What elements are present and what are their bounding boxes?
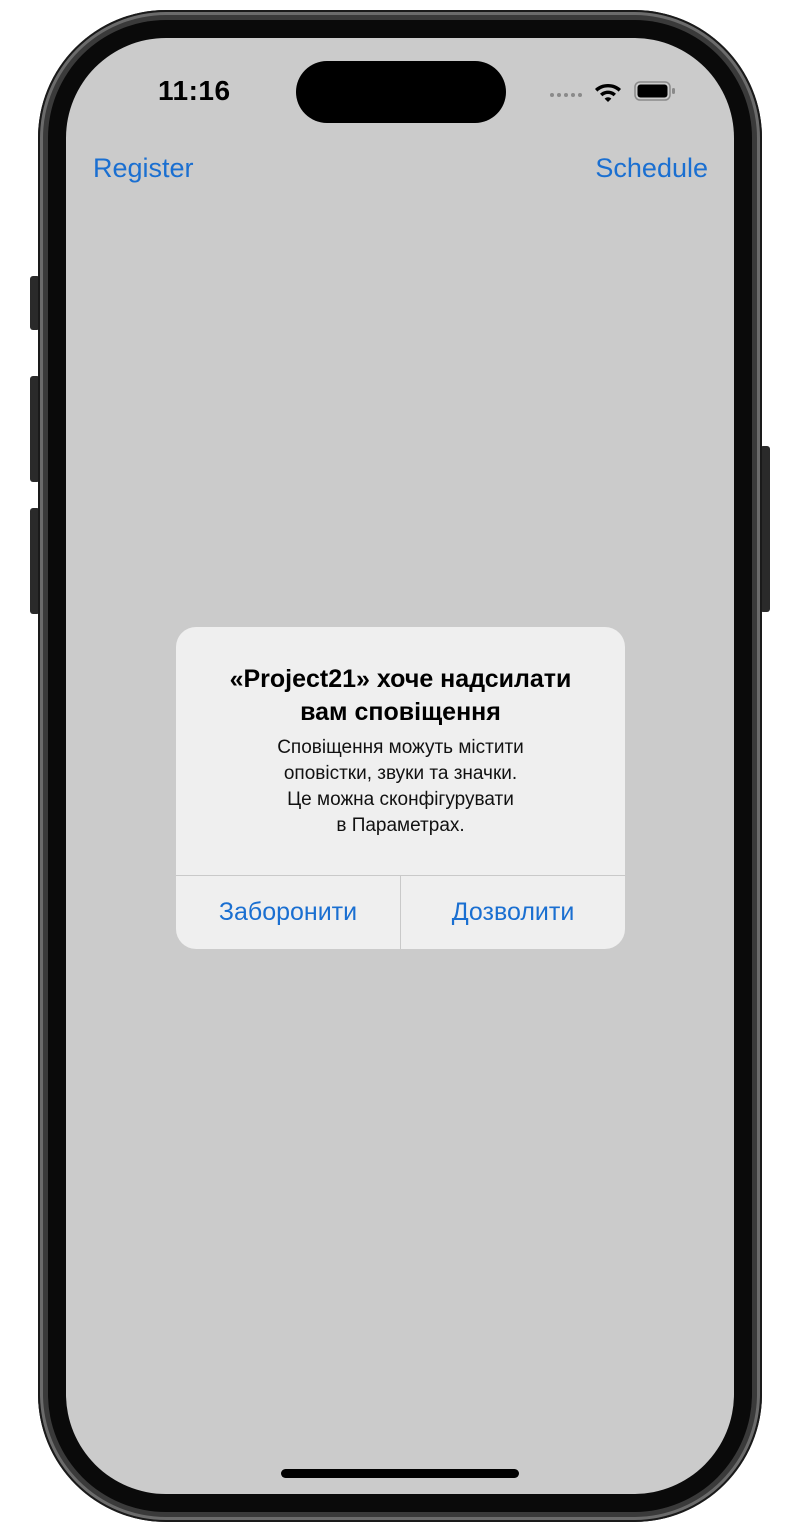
- register-button[interactable]: Register: [93, 153, 194, 184]
- alert-title: «Project21» хоче надсилати вам сповіщенн…: [229, 665, 572, 726]
- screen: 11:16 Register Schedule «Project21» хоче: [66, 38, 734, 1494]
- wifi-icon: [595, 84, 621, 102]
- status-icons: [550, 80, 676, 102]
- device-mockup: 11:16 Register Schedule «Project21» хоче: [0, 0, 800, 1540]
- status-time: 11:16: [158, 75, 231, 106]
- cellular-signal-icon: [550, 93, 582, 97]
- notification-permission-alert: «Project21» хоче надсилати вам сповіщенн…: [176, 627, 625, 949]
- home-indicator[interactable]: [281, 1469, 519, 1478]
- dynamic-island: [296, 61, 506, 123]
- battery-icon: [634, 81, 675, 101]
- allow-button[interactable]: Дозволити: [401, 876, 625, 949]
- alert-message: Сповіщення можуть містити оповістки, зву…: [277, 737, 524, 836]
- alert-content: «Project21» хоче надсилати вам сповіщенн…: [176, 627, 625, 875]
- schedule-button[interactable]: Schedule: [595, 153, 708, 184]
- deny-button[interactable]: Заборонити: [176, 876, 400, 949]
